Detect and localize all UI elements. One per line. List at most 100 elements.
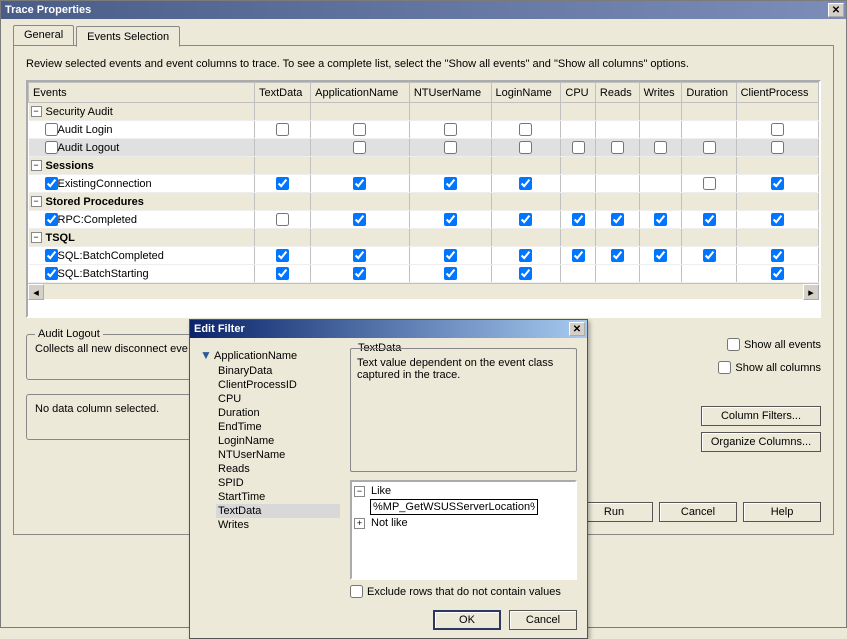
event-row[interactable]: RPC:Completed [29, 211, 819, 229]
group-row[interactable]: −Sessions [29, 157, 819, 175]
close-button[interactable]: ✕ [828, 3, 844, 17]
filter-col-item[interactable]: NTUserName [216, 448, 340, 462]
like-value-input[interactable] [370, 499, 538, 515]
column-checkbox[interactable] [444, 123, 457, 136]
column-checkbox[interactable] [611, 141, 624, 154]
group-row[interactable]: −TSQL [29, 229, 819, 247]
column-header[interactable]: NTUserName [409, 83, 491, 103]
filter-col-item[interactable]: BinaryData [216, 364, 340, 378]
column-header[interactable]: CPU [561, 83, 596, 103]
column-checkbox[interactable] [654, 249, 667, 262]
filter-col-item[interactable]: CPU [216, 392, 340, 406]
column-checkbox[interactable] [703, 213, 716, 226]
column-checkbox[interactable] [519, 213, 532, 226]
filter-col-item[interactable]: ClientProcessID [216, 378, 340, 392]
help-button[interactable]: Help [743, 502, 821, 522]
show-all-events-checkbox[interactable] [727, 338, 740, 351]
exclude-rows-row[interactable]: Exclude rows that do not contain values [350, 585, 561, 598]
modal-close-button[interactable]: ✕ [569, 322, 585, 336]
column-checkbox[interactable] [572, 141, 585, 154]
event-row[interactable]: SQL:BatchCompleted [29, 247, 819, 265]
event-enable-checkbox[interactable] [45, 141, 58, 154]
column-checkbox[interactable] [276, 177, 289, 190]
event-enable-checkbox[interactable] [45, 249, 58, 262]
filter-col-item[interactable]: Writes [216, 518, 340, 532]
tree-like-label[interactable]: Like [371, 485, 391, 497]
filter-col-item[interactable]: StartTime [216, 490, 340, 504]
column-checkbox[interactable] [654, 213, 667, 226]
group-row[interactable]: −Security Audit [29, 103, 819, 121]
event-row[interactable]: Audit Logout [29, 139, 819, 157]
column-checkbox[interactable] [771, 123, 784, 136]
scroll-left-arrow[interactable]: ◂ [28, 284, 44, 300]
column-filters-button[interactable]: Column Filters... [701, 406, 821, 426]
column-header[interactable]: LoginName [491, 83, 561, 103]
column-checkbox[interactable] [276, 249, 289, 262]
column-checkbox[interactable] [771, 213, 784, 226]
column-checkbox[interactable] [276, 267, 289, 280]
cancel-button[interactable]: Cancel [659, 502, 737, 522]
column-header[interactable]: Events [29, 83, 255, 103]
column-checkbox[interactable] [771, 249, 784, 262]
scroll-right-arrow[interactable]: ▸ [803, 284, 819, 300]
filter-col-item[interactable]: ApplicationName [214, 350, 297, 362]
column-checkbox[interactable] [353, 249, 366, 262]
column-header[interactable]: Reads [595, 83, 639, 103]
event-row[interactable]: Audit Login [29, 121, 819, 139]
column-checkbox[interactable] [654, 141, 667, 154]
column-checkbox[interactable] [703, 249, 716, 262]
column-header[interactable]: Writes [639, 83, 682, 103]
column-checkbox[interactable] [611, 213, 624, 226]
column-checkbox[interactable] [703, 177, 716, 190]
column-checkbox[interactable] [519, 267, 532, 280]
column-checkbox[interactable] [353, 141, 366, 154]
horizontal-scrollbar[interactable]: ◂ ▸ [28, 283, 819, 299]
column-checkbox[interactable] [353, 123, 366, 136]
column-checkbox[interactable] [611, 249, 624, 262]
exclude-rows-checkbox[interactable] [350, 585, 363, 598]
group-row[interactable]: −Stored Procedures [29, 193, 819, 211]
collapse-icon[interactable]: − [31, 232, 42, 243]
column-checkbox[interactable] [353, 213, 366, 226]
show-all-columns-row[interactable]: Show all columns [718, 361, 821, 374]
modal-ok-button[interactable]: OK [433, 610, 501, 630]
column-checkbox[interactable] [519, 249, 532, 262]
column-checkbox[interactable] [771, 141, 784, 154]
events-grid[interactable]: EventsTextDataApplicationNameNTUserNameL… [26, 80, 821, 318]
column-checkbox[interactable] [444, 267, 457, 280]
column-checkbox[interactable] [444, 213, 457, 226]
column-checkbox[interactable] [519, 177, 532, 190]
organize-columns-button[interactable]: Organize Columns... [701, 432, 821, 452]
column-checkbox[interactable] [572, 213, 585, 226]
column-checkbox[interactable] [444, 141, 457, 154]
column-checkbox[interactable] [353, 177, 366, 190]
tree-notlike-label[interactable]: Not like [371, 517, 408, 529]
filter-tree[interactable]: − Like + Not like [350, 480, 577, 580]
column-checkbox[interactable] [572, 249, 585, 262]
column-header[interactable]: ClientProcess [736, 83, 818, 103]
filter-col-item[interactable]: Reads [216, 462, 340, 476]
column-checkbox[interactable] [519, 123, 532, 136]
column-checkbox[interactable] [276, 213, 289, 226]
expand-notlike-icon[interactable]: + [354, 518, 365, 529]
event-enable-checkbox[interactable] [45, 123, 58, 136]
collapse-icon[interactable]: − [31, 160, 42, 171]
collapse-icon[interactable]: − [31, 196, 42, 207]
column-checkbox[interactable] [353, 267, 366, 280]
show-all-events-row[interactable]: Show all events [727, 338, 821, 351]
column-header[interactable]: TextData [255, 83, 311, 103]
event-row[interactable]: SQL:BatchStarting [29, 265, 819, 283]
filter-col-item[interactable]: Duration [216, 406, 340, 420]
event-enable-checkbox[interactable] [45, 177, 58, 190]
filter-col-item[interactable]: TextData [216, 504, 340, 518]
column-checkbox[interactable] [276, 123, 289, 136]
column-header[interactable]: Duration [682, 83, 736, 103]
event-enable-checkbox[interactable] [45, 267, 58, 280]
event-row[interactable]: ExistingConnection [29, 175, 819, 193]
filter-col-item[interactable]: SPID [216, 476, 340, 490]
filter-col-item[interactable]: LoginName [216, 434, 340, 448]
column-checkbox[interactable] [444, 177, 457, 190]
collapse-icon[interactable]: − [31, 106, 42, 117]
tab-events-selection[interactable]: Events Selection [76, 26, 180, 47]
column-header[interactable]: ApplicationName [311, 83, 410, 103]
